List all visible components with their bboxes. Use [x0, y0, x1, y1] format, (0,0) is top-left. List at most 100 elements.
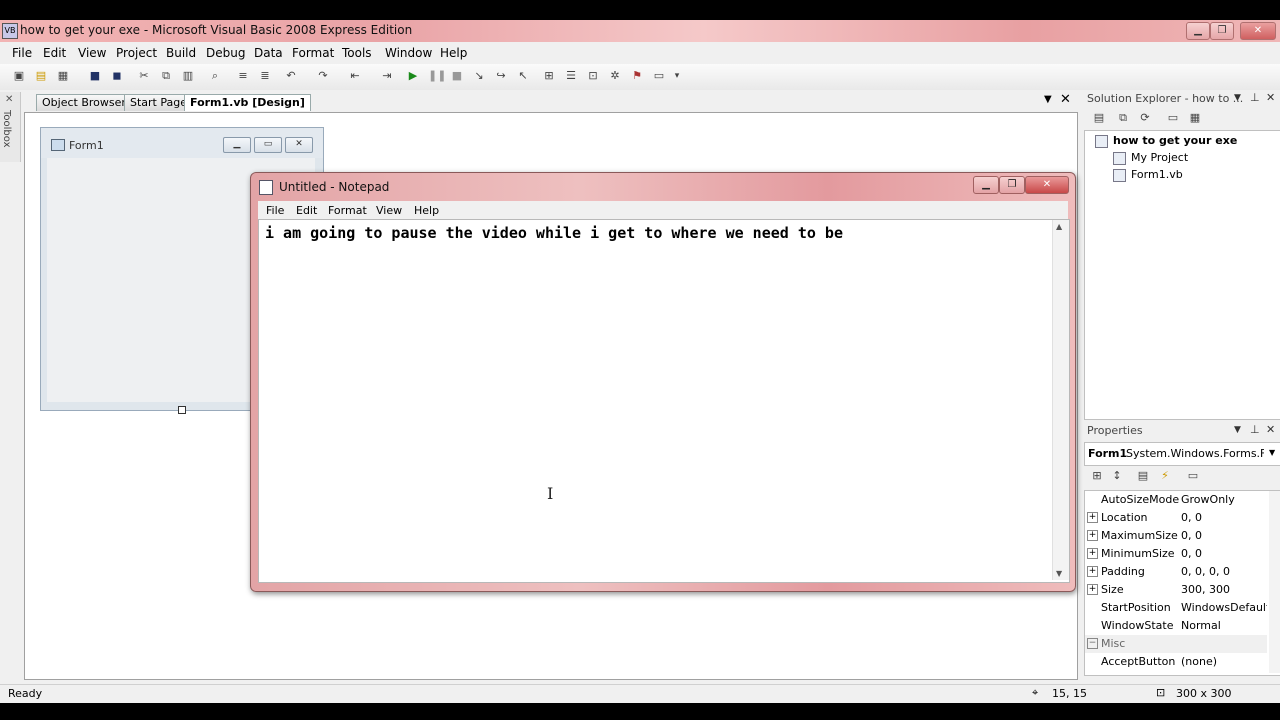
property-value[interactable]: 0, 0: [1181, 529, 1267, 542]
notepad-menu-format[interactable]: Format: [328, 204, 367, 217]
step-into-icon[interactable]: ↘: [472, 69, 486, 83]
uncomment-icon[interactable]: ≣: [258, 69, 272, 83]
tab-start-page[interactable]: Start Page: [124, 94, 193, 111]
properties-icon[interactable]: ▤: [1136, 469, 1150, 483]
categorized-icon[interactable]: ⊞: [1090, 469, 1104, 483]
expand-toggle[interactable]: +: [1087, 548, 1098, 559]
navigate-back-icon[interactable]: ⇤: [348, 69, 362, 83]
property-value[interactable]: 300, 300: [1181, 583, 1267, 596]
property-value[interactable]: 0, 0: [1181, 547, 1267, 560]
tab-close-icon[interactable]: ✕: [1060, 92, 1071, 107]
tree-item-my-project[interactable]: My Project: [1131, 151, 1188, 164]
chevron-down-icon[interactable]: ▼: [1269, 448, 1275, 457]
vs-minimize-button[interactable]: ▁: [1186, 22, 1210, 40]
scroll-down-icon[interactable]: ▼: [1056, 569, 1062, 578]
property-row[interactable]: + Location 0, 0: [1085, 509, 1267, 527]
toolbox-icon[interactable]: ✲: [608, 69, 622, 83]
undo-icon[interactable]: ↶: [284, 69, 298, 83]
property-row[interactable]: WindowState Normal: [1085, 617, 1267, 635]
panel-close-icon[interactable]: ✕: [1266, 91, 1275, 104]
view-designer-icon[interactable]: ▦: [1188, 111, 1202, 125]
start-debug-icon[interactable]: ▶: [406, 69, 420, 83]
immediate-icon[interactable]: ▭: [652, 69, 666, 83]
expand-toggle[interactable]: +: [1087, 566, 1098, 577]
property-row[interactable]: + MaximumSize 0, 0: [1085, 527, 1267, 545]
panel-close-icon[interactable]: ✕: [1266, 423, 1275, 436]
solution-explorer-icon[interactable]: ⊞: [542, 69, 556, 83]
error-list-icon[interactable]: ⚑: [630, 69, 644, 83]
property-row[interactable]: AcceptButton (none): [1085, 653, 1267, 671]
property-row[interactable]: StartPosition WindowsDefault: [1085, 599, 1267, 617]
events-icon[interactable]: ⚡: [1158, 469, 1172, 483]
property-row[interactable]: + Size 300, 300: [1085, 581, 1267, 599]
expand-toggle[interactable]: +: [1087, 512, 1098, 523]
add-item-icon[interactable]: ▦: [56, 69, 70, 83]
menu-help[interactable]: Help: [440, 46, 467, 60]
properties-scrollbar[interactable]: [1269, 491, 1280, 673]
property-value[interactable]: WindowsDefault: [1181, 601, 1267, 614]
expand-toggle[interactable]: [1087, 602, 1096, 611]
menu-debug[interactable]: Debug: [206, 46, 245, 60]
panel-dropdown-icon[interactable]: ▼: [1234, 93, 1241, 103]
new-project-icon[interactable]: ▣: [12, 69, 26, 83]
menu-edit[interactable]: Edit: [43, 46, 66, 60]
find-icon[interactable]: ⌕: [208, 69, 222, 83]
property-value[interactable]: 0, 0, 0, 0: [1181, 565, 1267, 578]
menu-data[interactable]: Data: [254, 46, 283, 60]
scroll-up-icon[interactable]: ▲: [1056, 222, 1062, 231]
copy-icon[interactable]: ⧉: [159, 69, 173, 83]
properties-icon[interactable]: ☰: [564, 69, 578, 83]
notepad-minimize-button[interactable]: ▁: [973, 176, 999, 194]
notepad-menu-file[interactable]: File: [266, 204, 284, 217]
save-icon[interactable]: ■: [88, 69, 102, 83]
step-over-icon[interactable]: ↪: [494, 69, 508, 83]
notepad-maximize-button[interactable]: ❐: [999, 176, 1025, 194]
properties-object-selector[interactable]: Form1 System.Windows.Forms.For ▼: [1084, 442, 1280, 466]
paste-icon[interactable]: ▥: [181, 69, 195, 83]
property-value[interactable]: GrowOnly: [1181, 493, 1267, 506]
expand-toggle[interactable]: [1087, 656, 1096, 665]
property-row[interactable]: + Padding 0, 0, 0, 0: [1085, 563, 1267, 581]
pause-icon[interactable]: ❚❚: [428, 69, 446, 83]
tab-dropdown-icon[interactable]: ▼: [1044, 94, 1052, 105]
expand-toggle[interactable]: +: [1087, 584, 1098, 595]
menu-window[interactable]: Window: [385, 46, 432, 60]
menu-format[interactable]: Format: [292, 46, 334, 60]
expand-toggle[interactable]: [1087, 620, 1096, 629]
pin-icon[interactable]: ⊥: [1250, 423, 1260, 436]
property-row[interactable]: + MinimumSize 0, 0: [1085, 545, 1267, 563]
menu-view[interactable]: View: [78, 46, 106, 60]
notepad-vertical-scrollbar[interactable]: ▲ ▼: [1052, 220, 1069, 580]
comment-icon[interactable]: ≡: [236, 69, 250, 83]
menu-project[interactable]: Project: [116, 46, 157, 60]
expand-toggle[interactable]: [1087, 494, 1096, 503]
menu-build[interactable]: Build: [166, 46, 196, 60]
property-value[interactable]: Normal: [1181, 619, 1267, 632]
menu-file[interactable]: File: [12, 46, 32, 60]
alphabetical-icon[interactable]: ↕: [1110, 469, 1124, 483]
open-icon[interactable]: ▤: [34, 69, 48, 83]
cut-icon[interactable]: ✂: [137, 69, 151, 83]
vs-close-button[interactable]: ✕: [1240, 22, 1276, 40]
toolbox-tab[interactable]: ✕ Toolbox: [0, 92, 21, 162]
notepad-window[interactable]: Untitled - Notepad ▁ ❐ ✕ File Edit Forma…: [250, 172, 1076, 592]
panel-dropdown-icon[interactable]: ▼: [1234, 425, 1241, 435]
notepad-close-button[interactable]: ✕: [1025, 176, 1069, 194]
property-value[interactable]: (none): [1181, 655, 1267, 668]
collapse-toggle[interactable]: −: [1087, 638, 1098, 649]
refresh-icon[interactable]: ⟳: [1138, 111, 1152, 125]
notepad-menu-view[interactable]: View: [376, 204, 402, 217]
properties-view-icon[interactable]: ▤: [1092, 111, 1106, 125]
toolbar-overflow-icon[interactable]: ▾: [670, 69, 684, 83]
property-pages-icon[interactable]: ▭: [1186, 469, 1200, 483]
object-browser-icon[interactable]: ⊡: [586, 69, 600, 83]
notepad-text-area[interactable]: i am going to pause the video while i ge…: [258, 219, 1070, 583]
stop-icon[interactable]: ■: [450, 69, 464, 83]
tree-item-form1[interactable]: Form1.vb: [1131, 168, 1183, 181]
notepad-menu-help[interactable]: Help: [414, 204, 439, 217]
tab-form1-design[interactable]: Form1.vb [Design]: [184, 94, 311, 111]
notepad-menu-edit[interactable]: Edit: [296, 204, 317, 217]
property-row[interactable]: AutoSizeMode GrowOnly: [1085, 491, 1267, 509]
expand-toggle[interactable]: +: [1087, 530, 1098, 541]
vs-maximize-button[interactable]: ❐: [1210, 22, 1234, 40]
